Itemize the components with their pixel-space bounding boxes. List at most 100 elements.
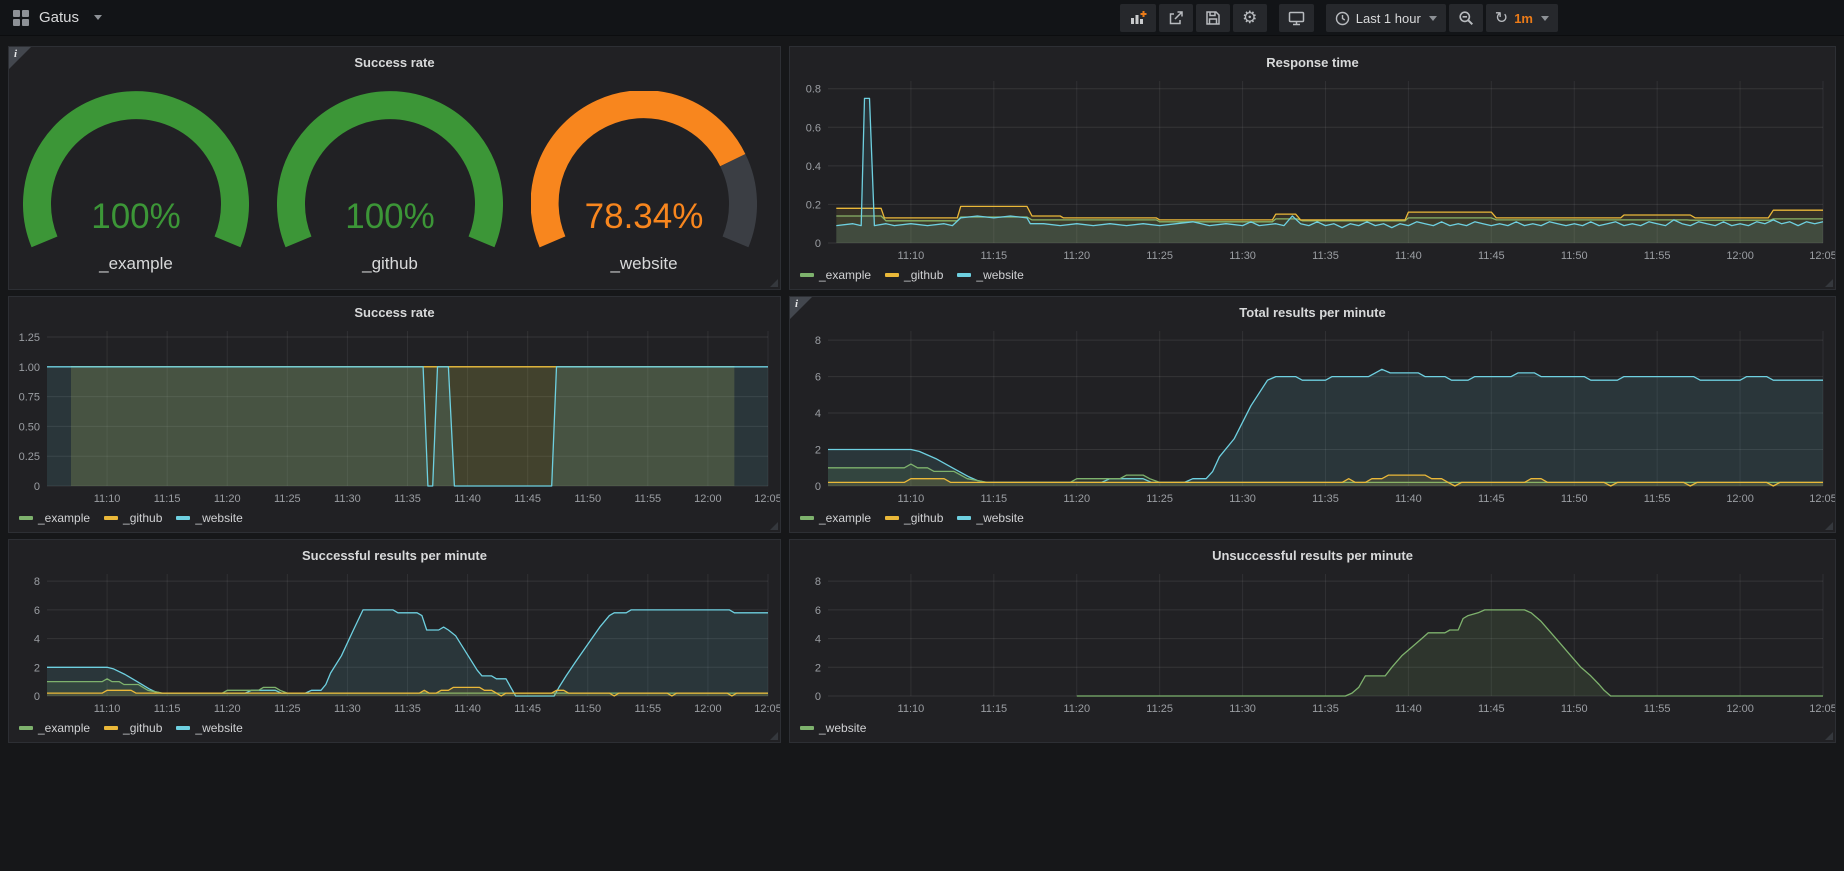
svg-text:12:05: 12:05 bbox=[1809, 493, 1835, 505]
legend-item-_website[interactable]: _website bbox=[957, 268, 1023, 282]
svg-text:0: 0 bbox=[815, 691, 821, 703]
legend-swatch-icon bbox=[19, 726, 33, 730]
svg-text:8: 8 bbox=[815, 576, 821, 588]
dashboard-caret-icon[interactable] bbox=[94, 15, 102, 20]
settings-button[interactable]: ⚙ bbox=[1233, 4, 1267, 32]
time-picker-button[interactable]: Last 1 hour bbox=[1326, 4, 1446, 32]
svg-text:11:35: 11:35 bbox=[394, 493, 421, 505]
legend-item-_website[interactable]: _website bbox=[800, 721, 866, 735]
refresh-caret-icon bbox=[1541, 16, 1549, 21]
info-icon: i bbox=[795, 298, 798, 310]
share-icon bbox=[1168, 10, 1184, 26]
svg-text:11:20: 11:20 bbox=[1063, 703, 1090, 715]
dashboard-title[interactable]: Gatus bbox=[39, 9, 79, 26]
svg-text:11:45: 11:45 bbox=[514, 493, 541, 505]
svg-text:2: 2 bbox=[815, 445, 821, 457]
legend-swatch-icon bbox=[885, 516, 899, 520]
svg-text:8: 8 bbox=[815, 335, 821, 347]
svg-text:11:15: 11:15 bbox=[154, 703, 181, 715]
success-rate-chart[interactable]: 00.250.500.751.001.2511:1011:1511:2011:2… bbox=[9, 297, 780, 532]
clock-icon bbox=[1335, 11, 1350, 26]
successful-results-chart[interactable]: 0246811:1011:1511:2011:2511:3011:3511:40… bbox=[9, 540, 780, 742]
svg-text:11:30: 11:30 bbox=[334, 703, 361, 715]
panel-title[interactable]: Total results per minute bbox=[790, 305, 1835, 320]
response-time-chart[interactable]: 00.20.40.60.811:1011:1511:2011:2511:3011… bbox=[790, 47, 1835, 289]
svg-text:11:10: 11:10 bbox=[94, 703, 121, 715]
svg-text:11:25: 11:25 bbox=[274, 493, 301, 505]
apps-grid-icon[interactable] bbox=[12, 9, 30, 27]
legend-swatch-icon bbox=[885, 273, 899, 277]
gauge-label: _github bbox=[277, 254, 503, 274]
svg-text:8: 8 bbox=[34, 576, 40, 588]
svg-text:11:55: 11:55 bbox=[1644, 703, 1671, 715]
save-button[interactable] bbox=[1196, 4, 1230, 32]
unsuccessful-results-chart[interactable]: 0246811:1011:1511:2011:2511:3011:3511:40… bbox=[790, 540, 1835, 742]
gauge-value: 100% bbox=[23, 197, 249, 237]
panel-title[interactable]: Unsuccessful results per minute bbox=[790, 548, 1835, 563]
legend-item-_example[interactable]: _example bbox=[800, 511, 871, 525]
legend-label: _example bbox=[38, 721, 90, 735]
panel-successful-results: Successful results per minute 0246811:10… bbox=[8, 539, 781, 743]
panel-title[interactable]: Success rate bbox=[9, 55, 780, 70]
svg-text:11:15: 11:15 bbox=[154, 493, 181, 505]
svg-text:11:35: 11:35 bbox=[394, 703, 421, 715]
panel-title[interactable]: Success rate bbox=[9, 305, 780, 320]
legend-label: _website bbox=[195, 511, 242, 525]
share-button[interactable] bbox=[1159, 4, 1193, 32]
total-results-chart[interactable]: 0246811:1011:1511:2011:2511:3011:3511:40… bbox=[790, 297, 1835, 532]
legend-label: _example bbox=[819, 511, 871, 525]
legend-item-_website[interactable]: _website bbox=[176, 721, 242, 735]
legend-item-_website[interactable]: _website bbox=[957, 511, 1023, 525]
svg-text:11:30: 11:30 bbox=[1229, 493, 1256, 505]
add-panel-button[interactable] bbox=[1120, 4, 1156, 32]
legend-item-_github[interactable]: _github bbox=[104, 511, 162, 525]
refresh-icon: ↻ bbox=[1495, 10, 1508, 26]
cycle-view-button[interactable] bbox=[1279, 4, 1314, 32]
svg-text:11:35: 11:35 bbox=[1312, 493, 1339, 505]
svg-text:11:10: 11:10 bbox=[94, 493, 121, 505]
legend-swatch-icon bbox=[957, 273, 971, 277]
legend-item-_website[interactable]: _website bbox=[176, 511, 242, 525]
legend-item-_example[interactable]: _example bbox=[19, 721, 90, 735]
zoom-out-button[interactable] bbox=[1449, 4, 1483, 32]
svg-text:11:45: 11:45 bbox=[1478, 703, 1505, 715]
svg-text:11:10: 11:10 bbox=[898, 493, 925, 505]
legend-swatch-icon bbox=[957, 516, 971, 520]
svg-text:11:55: 11:55 bbox=[634, 703, 661, 715]
legend-swatch-icon bbox=[19, 516, 33, 520]
legend: _example _github _website bbox=[19, 511, 243, 525]
legend-item-_example[interactable]: _example bbox=[800, 268, 871, 282]
panel-info-corner[interactable] bbox=[790, 297, 812, 319]
svg-text:11:55: 11:55 bbox=[1644, 493, 1671, 505]
gauge-label: _website bbox=[531, 254, 757, 274]
legend-item-_example[interactable]: _example bbox=[19, 511, 90, 525]
panel-success-rate-timeseries: Success rate 00.250.500.751.001.2511:101… bbox=[8, 296, 781, 533]
svg-text:11:35: 11:35 bbox=[1312, 250, 1339, 262]
legend-item-_github[interactable]: _github bbox=[885, 511, 943, 525]
legend: _website _example _github bbox=[19, 721, 243, 735]
svg-text:11:10: 11:10 bbox=[898, 703, 925, 715]
svg-text:12:00: 12:00 bbox=[694, 493, 722, 505]
svg-text:6: 6 bbox=[34, 605, 40, 617]
svg-text:12:05: 12:05 bbox=[754, 493, 780, 505]
legend-item-_github[interactable]: _github bbox=[885, 268, 943, 282]
panel-title[interactable]: Response time bbox=[790, 55, 1835, 70]
panel-info-corner[interactable] bbox=[9, 47, 31, 69]
svg-text:11:30: 11:30 bbox=[334, 493, 361, 505]
svg-text:0: 0 bbox=[34, 691, 40, 703]
svg-text:11:40: 11:40 bbox=[1395, 703, 1422, 715]
legend-label: _website bbox=[976, 511, 1023, 525]
legend-item-_github[interactable]: _github bbox=[104, 721, 162, 735]
svg-text:11:35: 11:35 bbox=[1312, 703, 1339, 715]
svg-text:12:05: 12:05 bbox=[754, 703, 780, 715]
legend-label: _example bbox=[38, 511, 90, 525]
svg-text:4: 4 bbox=[34, 634, 40, 646]
legend-label: _github bbox=[123, 511, 162, 525]
svg-text:6: 6 bbox=[815, 605, 821, 617]
gauge-_website: 78.34%_website bbox=[531, 91, 757, 317]
svg-text:11:40: 11:40 bbox=[1395, 493, 1422, 505]
panel-title[interactable]: Successful results per minute bbox=[9, 548, 780, 563]
refresh-button[interactable]: ↻ 1m bbox=[1486, 4, 1558, 32]
svg-text:0.2: 0.2 bbox=[806, 199, 821, 211]
legend-label: _github bbox=[904, 268, 943, 282]
